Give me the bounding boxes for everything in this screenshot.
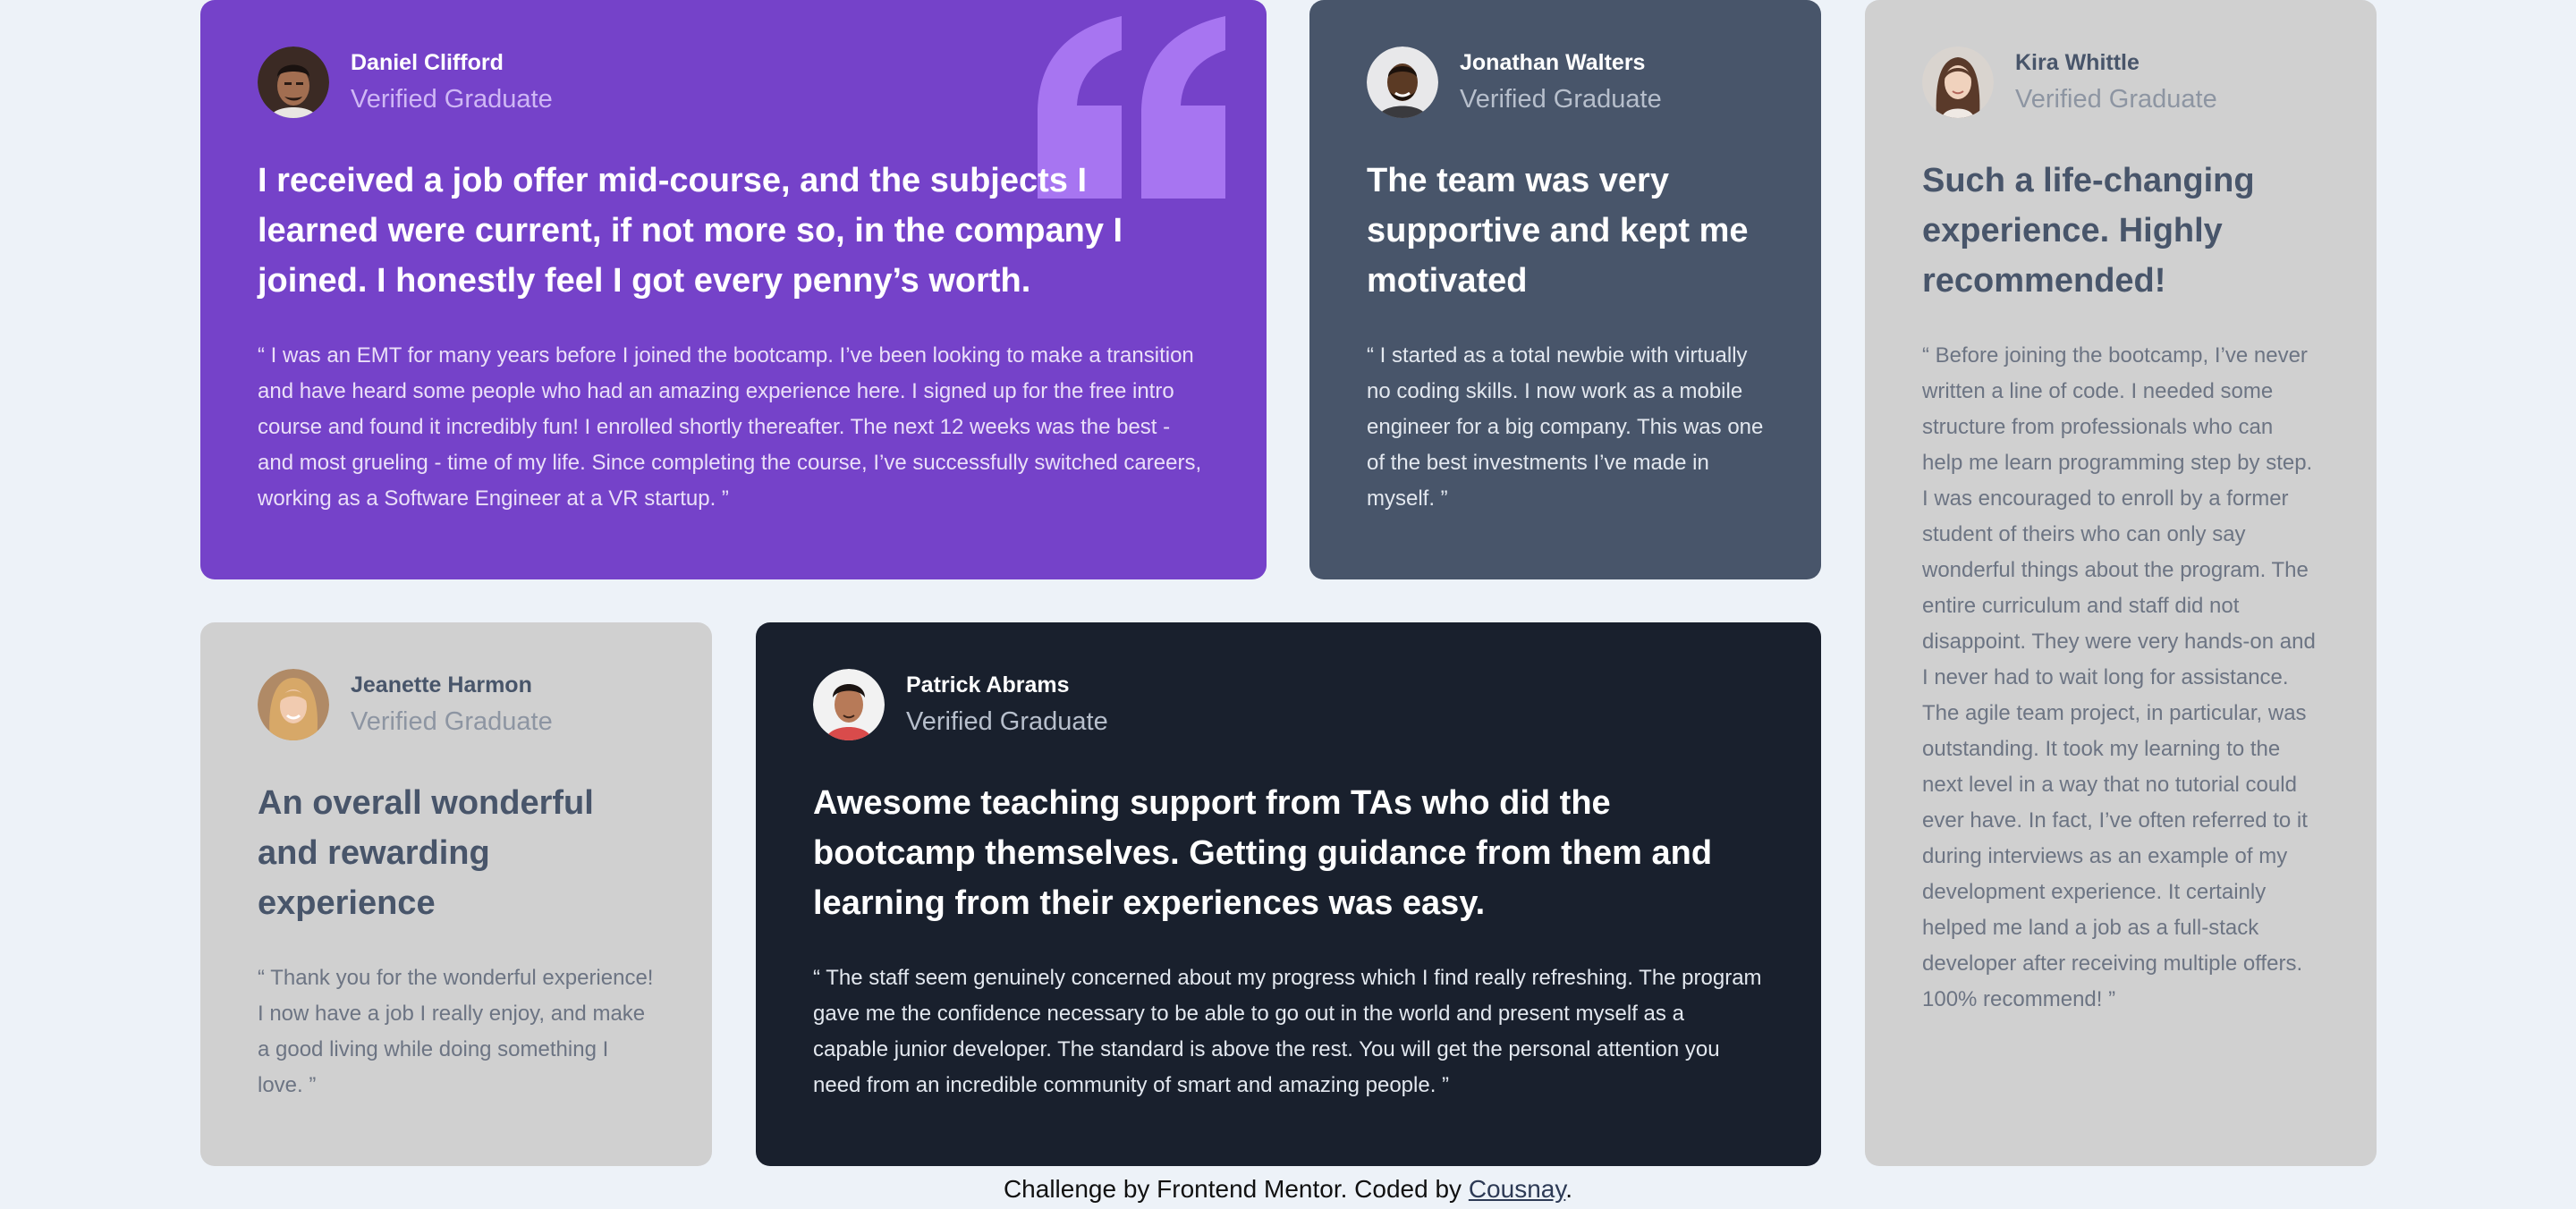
author-block: Jonathan Walters Verified Graduate bbox=[1367, 46, 1764, 118]
testimonial-headline: An overall wonderful and rewarding exper… bbox=[258, 784, 594, 922]
avatar-daniel bbox=[258, 46, 329, 118]
attribution-text: Challenge by Frontend Mentor. Coded by bbox=[1003, 1175, 1469, 1203]
avatar-jeanette bbox=[258, 669, 329, 740]
testimonial-card-jeanette: Jeanette Harmon Verified Graduate An ove… bbox=[200, 622, 712, 1166]
author-role: Verified Graduate bbox=[906, 707, 1108, 736]
author-role: Verified Graduate bbox=[351, 707, 553, 736]
testimonial-card-jonathan: Jonathan Walters Verified Graduate The t… bbox=[1309, 0, 1821, 579]
author-role: Verified Graduate bbox=[351, 85, 553, 114]
author-name: Daniel Clifford bbox=[351, 50, 504, 75]
attribution-suffix: . bbox=[1565, 1175, 1573, 1203]
testimonial-body: “ I was an EMT for many years before I j… bbox=[258, 343, 1202, 511]
avatar-jonathan bbox=[1367, 46, 1438, 118]
author-block: Daniel Clifford Verified Graduate bbox=[258, 46, 1209, 118]
author-name: Patrick Abrams bbox=[906, 672, 1070, 698]
author-name: Jeanette Harmon bbox=[351, 672, 532, 698]
author-link[interactable]: Cousnay bbox=[1469, 1175, 1565, 1203]
testimonial-card-patrick: Patrick Abrams Verified Graduate Awesome… bbox=[756, 622, 1821, 1166]
testimonial-card-kira: Kira Whittle Verified Graduate Such a li… bbox=[1865, 0, 2377, 1166]
author-name: Kira Whittle bbox=[2015, 50, 2140, 75]
author-block: Patrick Abrams Verified Graduate bbox=[813, 669, 1764, 740]
avatar-kira bbox=[1922, 46, 1994, 118]
author-block: Kira Whittle Verified Graduate bbox=[1922, 46, 2319, 118]
author-role: Verified Graduate bbox=[2015, 85, 2217, 114]
author-role: Verified Graduate bbox=[1460, 85, 1662, 114]
testimonial-headline: Awesome teaching support from TAs who di… bbox=[813, 784, 1713, 922]
testimonial-body: “ I started as a total newbie with virtu… bbox=[1367, 343, 1764, 511]
attribution-footer: Challenge by Frontend Mentor. Coded by C… bbox=[0, 1171, 2576, 1207]
testimonial-headline: I received a job offer mid-course, and t… bbox=[258, 162, 1123, 300]
testimonial-headline: The team was very supportive and kept me… bbox=[1367, 162, 1749, 300]
avatar-patrick bbox=[813, 669, 885, 740]
author-block: Jeanette Harmon Verified Graduate bbox=[258, 669, 655, 740]
testimonial-body: “ Thank you for the wonderful experience… bbox=[258, 966, 654, 1097]
testimonial-card-daniel: Daniel Clifford Verified Graduate I rece… bbox=[200, 0, 1267, 579]
author-name: Jonathan Walters bbox=[1460, 50, 1646, 75]
testimonial-headline: Such a life-changing experience. Highly … bbox=[1922, 162, 2255, 300]
testimonial-body: “ The staff seem genuinely concerned abo… bbox=[813, 966, 1762, 1097]
testimonial-body: “ Before joining the bootcamp, I’ve neve… bbox=[1922, 343, 2316, 1011]
